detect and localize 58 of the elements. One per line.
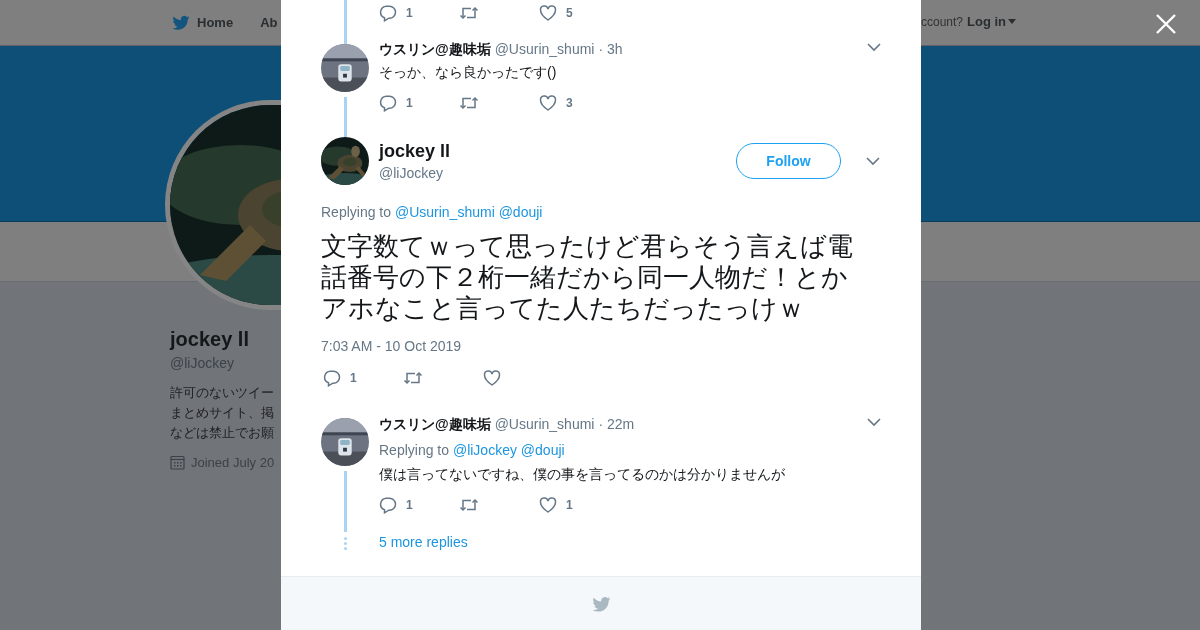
like-count: 5 bbox=[566, 6, 573, 20]
user-handle[interactable]: @liJockey bbox=[379, 162, 736, 183]
mention-link[interactable]: @Usurin_shumi bbox=[394, 204, 495, 220]
user-name[interactable]: jockey ll bbox=[379, 139, 736, 162]
replying-to-text: Replying to @liJockey @douji bbox=[379, 441, 566, 460]
chevron-down-icon[interactable] bbox=[866, 156, 880, 166]
caret-icon bbox=[1008, 19, 1017, 24]
mention-link[interactable]: @liJockey bbox=[452, 442, 517, 458]
login-link[interactable]: Log in bbox=[967, 14, 1017, 29]
reply-icon[interactable] bbox=[379, 4, 397, 22]
more-replies-link[interactable]: 5 more replies bbox=[379, 534, 468, 550]
heart-icon[interactable] bbox=[539, 496, 557, 514]
account-prompt: ccount? bbox=[921, 14, 964, 29]
close-icon[interactable] bbox=[1154, 12, 1178, 36]
tweet-time[interactable]: · 3h bbox=[598, 41, 623, 57]
retweet-icon[interactable] bbox=[459, 496, 479, 514]
heart-icon[interactable] bbox=[539, 94, 557, 112]
profile-bio-line: などは禁止でお願 bbox=[170, 424, 275, 442]
profile-bio-line: まとめサイト、掲 bbox=[170, 404, 275, 422]
mention-link[interactable]: @douji bbox=[498, 204, 543, 220]
retweet-icon[interactable] bbox=[459, 94, 479, 112]
retweet-icon[interactable] bbox=[459, 4, 479, 22]
heart-icon[interactable] bbox=[539, 4, 557, 22]
tweet-text: そっか、なら良かったです() bbox=[379, 63, 558, 82]
retweet-icon[interactable] bbox=[403, 369, 423, 387]
reply-count: 1 bbox=[406, 6, 413, 20]
tweet-text: 文字数てｗって思ったけど君らそう言えば電話番号の下２桁一緒だから同一人物だ！とかアホなこと言ってた人たちだったっけｗ bbox=[321, 231, 854, 324]
user-handle[interactable]: @Usurin_shumi bbox=[494, 416, 595, 432]
tweet-time[interactable]: · 22m bbox=[598, 416, 635, 432]
nav-link[interactable]: Ab bbox=[260, 15, 278, 30]
profile-bio-line: 許可のないツイー bbox=[170, 384, 275, 402]
reply-icon[interactable] bbox=[379, 94, 397, 112]
reply-icon[interactable] bbox=[379, 496, 397, 514]
user-avatar[interactable] bbox=[321, 137, 369, 185]
user-avatar[interactable] bbox=[321, 418, 369, 466]
chevron-down-icon[interactable] bbox=[867, 418, 881, 427]
profile-name: jockey ll bbox=[170, 328, 250, 351]
user-name[interactable]: ウスリン@趣味垢 bbox=[379, 416, 491, 434]
like-count: 1 bbox=[566, 498, 573, 512]
calendar-icon bbox=[170, 455, 185, 470]
reply-count: 1 bbox=[406, 96, 413, 110]
home-link[interactable]: Home bbox=[171, 14, 234, 31]
bird-icon bbox=[171, 14, 191, 31]
reply-count: 1 bbox=[350, 371, 357, 385]
like-count: 3 bbox=[566, 96, 573, 110]
user-name[interactable]: ウスリン@趣味垢 bbox=[379, 41, 491, 59]
follow-button[interactable]: Follow bbox=[736, 143, 841, 179]
reply-count: 1 bbox=[406, 498, 413, 512]
reply-icon[interactable] bbox=[323, 369, 341, 387]
mention-link[interactable]: @douji bbox=[520, 442, 565, 458]
tweet-text: 僕は言ってないですね、僕の事を言ってるのかは分かりませんが bbox=[379, 465, 786, 484]
bird-icon bbox=[590, 594, 612, 613]
user-handle[interactable]: @Usurin_shumi bbox=[494, 41, 595, 57]
user-avatar[interactable] bbox=[321, 44, 369, 92]
tweet-timestamp[interactable]: 7:03 AM - 10 Oct 2019 bbox=[321, 338, 881, 354]
heart-icon[interactable] bbox=[483, 369, 501, 387]
replying-to-text: Replying to @Usurin_shumi @douji bbox=[321, 203, 544, 222]
chevron-down-icon[interactable] bbox=[867, 43, 881, 52]
